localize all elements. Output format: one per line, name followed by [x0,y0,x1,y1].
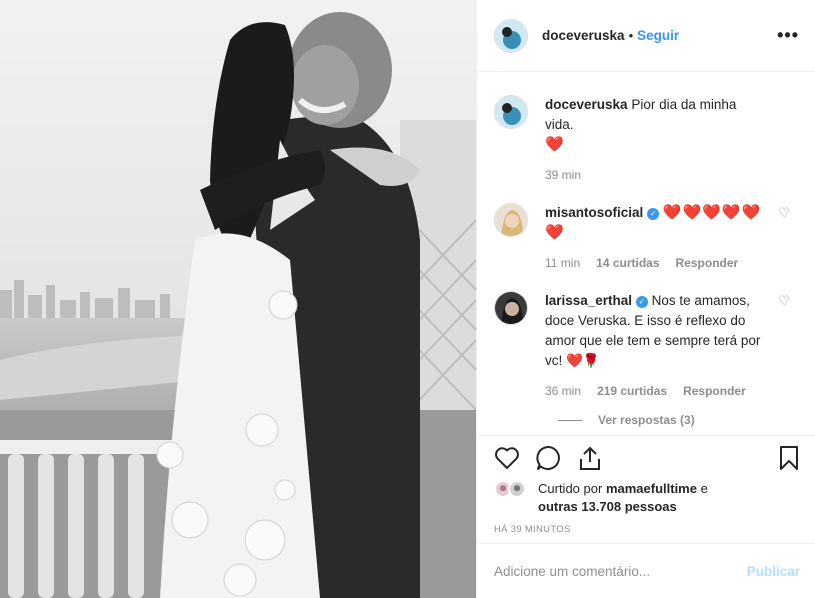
comments-list[interactable]: doceveruska Pior dia da minha vida. ❤️ 3… [477,73,815,435]
separator-dot: • [628,28,634,43]
view-replies-button[interactable]: Ver respostas (3) [558,413,800,427]
caption-emoji: ❤️ [545,136,565,153]
comment-bubble-icon[interactable] [536,445,562,471]
divider-line [558,419,582,421]
author-username[interactable]: doceveruska [542,28,625,43]
like-comment-heart-icon[interactable]: ♡ [778,205,790,221]
commenter-avatar[interactable] [494,203,528,237]
likes-others[interactable]: outras 13.708 pessoas [538,499,677,514]
comment-item: larissa_erthal ✓ Nos te amamos, doce Ver… [494,291,800,401]
likes-summary: Curtido por mamaefulltime e outras 13.70… [494,480,800,516]
comment-likes[interactable]: 219 curtidas [597,381,667,401]
liked-by-user[interactable]: mamaefulltime [606,481,697,496]
comment-time[interactable]: 11 min [545,253,580,273]
verified-badge-icon: ✓ [647,208,660,220]
caption-time[interactable]: 39 min [545,165,581,185]
add-comment-bar: Publicar [477,543,815,598]
likes-connector: e [700,481,708,496]
more-icon[interactable]: ••• [777,25,799,46]
view-replies-label[interactable]: Ver respostas (3) [598,413,695,427]
like-heart-icon[interactable] [494,446,520,470]
post-details-panel: doceveruska • Seguir ••• doceveruska Pio… [476,0,815,598]
post-actions: Curtido por mamaefulltime e outras 13.70… [477,435,815,543]
likes-prefix: Curtido por [538,481,603,496]
verified-badge-icon: ✓ [635,296,648,308]
caption: doceveruska Pior dia da minha vida. ❤️ 3… [494,95,800,185]
commenter-username[interactable]: larissa_erthal [545,293,632,308]
share-upload-icon[interactable] [578,445,602,471]
post-header: doceveruska • Seguir ••• [477,0,815,72]
comment-likes[interactable]: 14 curtidas [596,253,659,273]
reply-button[interactable]: Responder [683,381,746,401]
bookmark-icon[interactable] [778,445,800,471]
caption-avatar[interactable] [494,95,528,129]
caption-username[interactable]: doceveruska [545,97,628,112]
comment-item: misantosoficial ✓ ❤️❤️❤️❤️❤️❤️ 11 min 14… [494,203,800,273]
follow-button[interactable]: Seguir [637,28,679,43]
liker-avatar[interactable] [508,480,526,498]
post-photo[interactable] [0,0,476,598]
reply-button[interactable]: Responder [676,253,739,273]
post-timestamp[interactable]: HÁ 39 MINUTOS [494,524,800,535]
like-comment-heart-icon[interactable]: ♡ [778,293,790,309]
author-avatar[interactable] [494,18,528,53]
comment-time[interactable]: 36 min [545,381,581,401]
comment-input[interactable] [494,563,747,579]
commenter-avatar[interactable] [494,291,528,325]
publish-button[interactable]: Publicar [747,564,800,579]
commenter-username[interactable]: misantosoficial [545,205,643,220]
